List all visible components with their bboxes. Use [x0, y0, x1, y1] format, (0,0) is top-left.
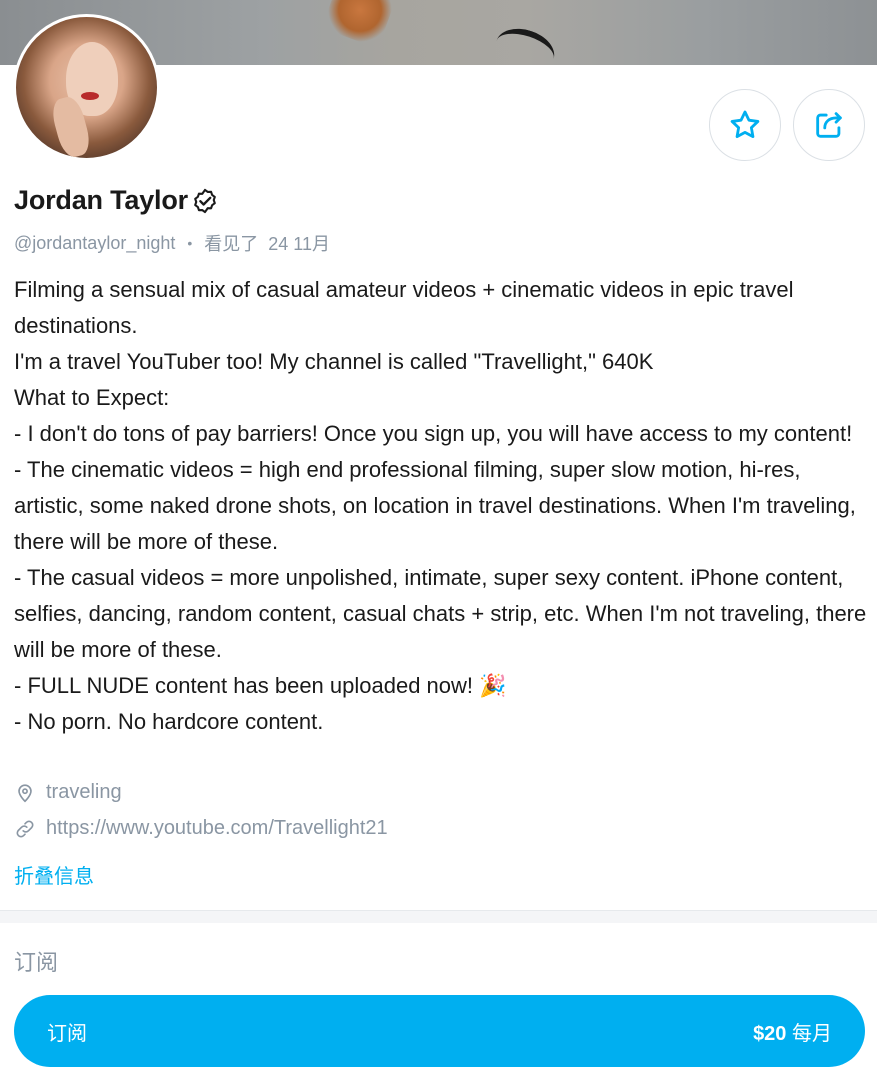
bio-line: - No porn. No hardcore content. [14, 709, 324, 734]
profile-meta: @jordantaylor_night • 看见了 24 11月 [14, 230, 330, 256]
bio-line: I'm a travel YouTuber too! My channel is… [14, 349, 654, 374]
link-icon [16, 820, 34, 837]
subscribe-button-label: 订阅 [47, 1022, 87, 1045]
star-icon [730, 110, 760, 139]
subscription-section-label: 订阅 [14, 950, 59, 975]
bio-line: What to Expect: [14, 385, 170, 410]
avatar[interactable] [13, 14, 160, 161]
cover-photo-detail [490, 21, 560, 65]
location-text: traveling [46, 781, 122, 803]
section-divider [0, 910, 877, 923]
separator-dot: • [187, 235, 193, 251]
last-seen-label: 看见了 [204, 234, 259, 254]
location-pin-icon [18, 783, 32, 802]
share-button[interactable] [793, 89, 865, 161]
subscribe-period: 每月 [792, 1022, 832, 1045]
bio-line: - I don't do tons of pay barriers! Once … [14, 421, 853, 446]
subscribe-price-group: $20 每月 [753, 1017, 832, 1046]
website-row[interactable]: https://www.youtube.com/Travellight21 [14, 817, 388, 840]
cover-photo-detail [321, 0, 399, 49]
profile-handle: @jordantaylor_night [14, 232, 176, 253]
profile-name: Jordan Taylor [14, 185, 188, 215]
location-row: traveling [14, 781, 122, 804]
bio-line: - The cinematic videos = high end profes… [14, 457, 856, 554]
profile-name-row: Jordan Taylor [14, 185, 219, 216]
avatar-lips [81, 92, 99, 100]
bio-line: Filming a sensual mix of casual amateur … [14, 277, 794, 338]
website-link[interactable]: https://www.youtube.com/Travellight21 [46, 817, 388, 840]
last-seen-date: 24 11月 [268, 234, 330, 254]
subscribe-price: $20 [753, 1022, 787, 1045]
verified-badge-icon [194, 188, 216, 213]
subscribe-button[interactable]: 订阅 $20 每月 [14, 995, 865, 1067]
bio-line: - The casual videos = more unpolished, i… [14, 565, 867, 662]
collapse-info-link[interactable]: 折叠信息 [14, 860, 94, 889]
favorite-button[interactable] [709, 89, 781, 161]
profile-bio: Filming a sensual mix of casual amateur … [14, 272, 869, 740]
bio-line: - FULL NUDE content has been uploaded no… [14, 673, 507, 698]
share-icon [816, 112, 842, 138]
